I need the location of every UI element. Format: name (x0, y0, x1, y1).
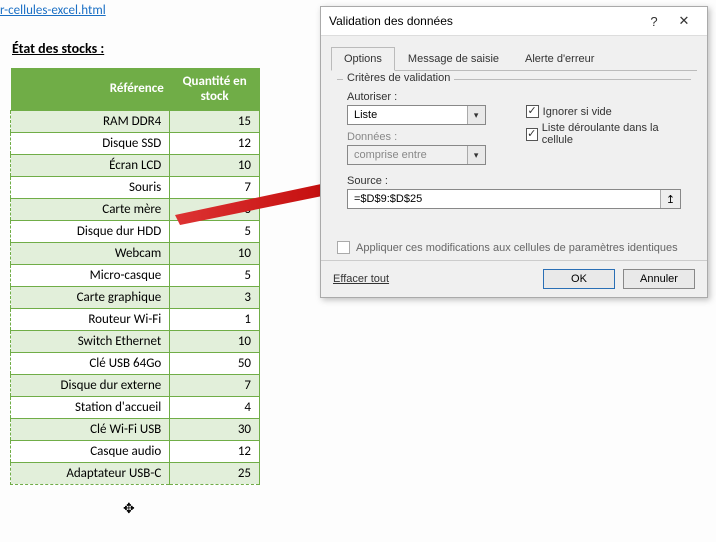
table-row[interactable]: Switch Ethernet10 (11, 330, 260, 352)
table-row[interactable]: Écran LCD10 (11, 154, 260, 176)
cell-reference[interactable]: Disque dur HDD (11, 220, 170, 242)
table-row[interactable]: Routeur Wi-Fi1 (11, 308, 260, 330)
data-value: comprise entre (348, 149, 467, 161)
chevron-down-icon[interactable]: ▾ (467, 106, 485, 124)
cell-quantity[interactable]: 8 (170, 198, 260, 220)
cell-reference[interactable]: Carte graphique (11, 286, 170, 308)
tab-error-alert[interactable]: Alerte d'erreur (512, 47, 607, 71)
table-row[interactable]: Disque SSD12 (11, 132, 260, 154)
cell-reference[interactable]: Clé Wi-Fi USB (11, 418, 170, 440)
cell-reference[interactable]: Carte mère (11, 198, 170, 220)
in-cell-dropdown-checkbox[interactable]: ✓ Liste déroulante dans la cellule (526, 122, 681, 146)
cell-quantity[interactable]: 12 (170, 132, 260, 154)
criteria-fieldset: Critères de validation Autoriser : Liste… (337, 79, 691, 223)
cell-reference[interactable]: Disque SSD (11, 132, 170, 154)
table-row[interactable]: Clé USB 64Go50 (11, 352, 260, 374)
cell-reference[interactable]: Routeur Wi-Fi (11, 308, 170, 330)
data-combo: comprise entre ▾ (347, 145, 486, 165)
link-fragment[interactable]: r-cellules-excel.html (0, 3, 106, 18)
allow-combo[interactable]: Liste ▾ (347, 105, 486, 125)
cell-reference[interactable]: RAM DDR4 (11, 110, 170, 132)
close-icon[interactable]: ✕ (669, 13, 699, 29)
table-row[interactable]: RAM DDR415 (11, 110, 260, 132)
cell-quantity[interactable]: 25 (170, 462, 260, 484)
col-header-quantity[interactable]: Quantité en stock (170, 68, 260, 110)
source-label: Source : (347, 175, 681, 187)
allow-label: Autoriser : (347, 91, 486, 103)
table-row[interactable]: Souris7 (11, 176, 260, 198)
cell-reference[interactable]: Micro-casque (11, 264, 170, 286)
table-row[interactable]: Casque audio12 (11, 440, 260, 462)
checkbox-checked-icon: ✓ (526, 128, 538, 141)
stock-table: Référence Quantité en stock RAM DDR415Di… (10, 68, 260, 485)
cell-quantity[interactable]: 12 (170, 440, 260, 462)
clear-all-button[interactable]: Effacer tout (333, 273, 389, 285)
cell-quantity[interactable]: 50 (170, 352, 260, 374)
tab-input-message[interactable]: Message de saisie (395, 47, 512, 71)
cell-reference[interactable]: Casque audio (11, 440, 170, 462)
cell-quantity[interactable]: 4 (170, 396, 260, 418)
checkbox-checked-icon: ✓ (526, 105, 539, 118)
cell-quantity[interactable]: 30 (170, 418, 260, 440)
table-row[interactable]: Micro-casque5 (11, 264, 260, 286)
cell-reference[interactable]: Clé USB 64Go (11, 352, 170, 374)
cell-quantity[interactable]: 3 (170, 286, 260, 308)
table-row[interactable]: Adaptateur USB-C25 (11, 462, 260, 484)
range-select-icon[interactable]: ↥ (660, 190, 680, 208)
cell-quantity[interactable]: 5 (170, 264, 260, 286)
fieldset-legend: Critères de validation (343, 72, 454, 84)
checkbox-unchecked-icon (337, 241, 350, 254)
tab-options[interactable]: Options (331, 47, 395, 71)
data-label: Données : (347, 131, 486, 143)
cell-reference[interactable]: Disque dur externe (11, 374, 170, 396)
cell-quantity[interactable]: 1 (170, 308, 260, 330)
cursor-icon: ✥ (123, 500, 135, 517)
apply-to-others-label: Appliquer ces modifications aux cellules… (356, 242, 678, 254)
cell-quantity[interactable]: 10 (170, 242, 260, 264)
chevron-down-icon: ▾ (467, 146, 485, 164)
table-row[interactable]: Webcam10 (11, 242, 260, 264)
allow-value: Liste (348, 109, 467, 121)
table-row[interactable]: Clé Wi-Fi USB30 (11, 418, 260, 440)
in-cell-dropdown-label: Liste déroulante dans la cellule (542, 122, 681, 146)
ok-button[interactable]: OK (543, 269, 615, 289)
cell-reference[interactable]: Adaptateur USB-C (11, 462, 170, 484)
help-icon[interactable]: ? (639, 14, 669, 29)
dialog-title: Validation des données (329, 14, 639, 28)
cell-reference[interactable]: Écran LCD (11, 154, 170, 176)
dialog-button-row: Effacer tout OK Annuler (321, 260, 707, 297)
cell-quantity[interactable]: 10 (170, 154, 260, 176)
table-row[interactable]: Disque dur HDD5 (11, 220, 260, 242)
apply-to-others-checkbox: Appliquer ces modifications aux cellules… (337, 241, 691, 254)
table-row[interactable]: Carte graphique3 (11, 286, 260, 308)
cell-quantity[interactable]: 7 (170, 374, 260, 396)
cell-reference[interactable]: Webcam (11, 242, 170, 264)
cancel-button[interactable]: Annuler (623, 269, 695, 289)
source-input[interactable]: =$D$9:$D$25 ↥ (347, 189, 681, 209)
stock-heading: État des stocks : (12, 40, 104, 57)
cell-reference[interactable]: Souris (11, 176, 170, 198)
cell-reference[interactable]: Switch Ethernet (11, 330, 170, 352)
ignore-blank-checkbox[interactable]: ✓ Ignorer si vide (526, 105, 681, 118)
cell-quantity[interactable]: 5 (170, 220, 260, 242)
dialog-tabs: Options Message de saisie Alerte d'erreu… (331, 46, 697, 71)
table-row[interactable]: Disque dur externe7 (11, 374, 260, 396)
ignore-blank-label: Ignorer si vide (543, 106, 612, 118)
dialog-titlebar[interactable]: Validation des données ? ✕ (321, 7, 707, 36)
cell-quantity[interactable]: 10 (170, 330, 260, 352)
cell-reference[interactable]: Station d'accueil (11, 396, 170, 418)
table-row[interactable]: Station d'accueil4 (11, 396, 260, 418)
table-row[interactable]: Carte mère8 (11, 198, 260, 220)
col-header-reference[interactable]: Référence (11, 68, 170, 110)
data-validation-dialog: Validation des données ? ✕ Options Messa… (320, 6, 708, 298)
source-value: =$D$9:$D$25 (348, 193, 660, 205)
cell-quantity[interactable]: 7 (170, 176, 260, 198)
cell-quantity[interactable]: 15 (170, 110, 260, 132)
